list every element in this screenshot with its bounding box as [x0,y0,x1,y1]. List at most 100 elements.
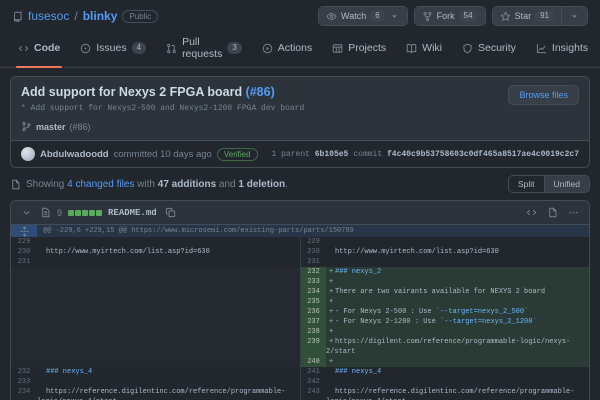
star-dropdown-button[interactable] [561,7,587,25]
view-code-button[interactable] [524,205,539,220]
tab-label: Actions [278,42,312,54]
unified-view-button[interactable]: Unified [544,176,589,192]
expand-hunk-button[interactable] [11,225,37,237]
verified-badge[interactable]: Verified [217,148,258,161]
repo-owner-link[interactable]: fusesoc [28,9,69,23]
commit-message-block: Add support for Nexys 2 FPGA board (#86)… [21,85,304,132]
star-count: 91 [535,10,554,22]
commit-pr-link[interactable]: (#86) [246,85,275,99]
diff-line-number[interactable]: 239 [300,337,326,357]
diff-line-number[interactable]: 233 [300,277,326,287]
copy-path-button[interactable] [163,205,178,220]
branch-pr-ref[interactable]: (#86) [70,122,91,132]
hunk-header-text: @@ -229,6 +229,15 @@ https://www.microse… [37,225,589,237]
file-diff-icon [40,207,51,218]
repo-name-link[interactable]: blinky [83,9,118,23]
code-segment: https://reference.digilentinc.com/refere… [326,388,574,400]
diff-line-number[interactable]: 238 [300,327,326,337]
diff-line-sign [37,247,46,257]
diff-line-content: +### nexys_2 [326,267,589,277]
diff-line-content [326,257,589,267]
main-content: Add support for Nexys 2 FPGA board (#86)… [0,68,600,400]
commit-title-text: Add support for Nexys 2 FPGA board [21,85,246,99]
changed-files-link[interactable]: 4 changed files [67,179,134,190]
star-button[interactable]: Star 91 [493,7,561,25]
diff-line-number[interactable]: 235 [300,297,326,307]
diff-line-number[interactable]: 233 [11,377,37,387]
code-icon [18,43,29,54]
summary-middle: with [137,179,155,190]
browse-files-button[interactable]: Browse files [508,85,579,105]
shield-icon [462,43,473,54]
collapse-file-button[interactable] [19,205,34,220]
diff-line-number[interactable]: 240 [300,357,326,367]
tab-security[interactable]: Security [454,30,524,67]
file-changes-count: 9 [57,208,62,218]
view-file-button[interactable] [545,205,560,220]
diff-line-number[interactable]: 236 [300,307,326,317]
caret-down-icon [569,11,580,22]
diff-line-number[interactable]: 230 [300,247,326,257]
tab-insights[interactable]: Insights [528,30,596,67]
diff-line-number[interactable]: 229 [11,237,37,247]
diff-line-number[interactable]: 237 [300,317,326,327]
diff-line-number [11,337,37,357]
tab-actions[interactable]: Actions [254,30,320,67]
tab-code[interactable]: Code [10,30,68,67]
diff-row: 235+ [11,297,589,307]
diff-view-toggle: Split Unified [508,175,590,193]
split-view-button[interactable]: Split [509,176,544,192]
chevron-down-icon [21,207,32,218]
file-icon [547,207,558,218]
diff-line-number[interactable]: 231 [300,257,326,267]
commit-meta-row: Abdulwadoodd committed 10 days ago Verif… [11,140,589,167]
diff-line-number[interactable]: 232 [11,367,37,377]
diff-line-sign: + [326,297,335,307]
pull-request-icon [166,43,177,54]
diff-line-number[interactable]: 234 [11,387,37,400]
diff-line-number[interactable]: 242 [300,377,326,387]
diff-line-sign: + [326,357,335,367]
file-name-link[interactable]: README.md [108,208,157,218]
repo-breadcrumb: fusesoc / blinky Public [12,9,158,23]
diff-line-content [37,357,300,367]
diff-line-number[interactable]: 232 [300,267,326,277]
diff-row: 229 229 [11,237,589,247]
diff-line-number [11,357,37,367]
diff-line-number[interactable]: 234 [300,287,326,297]
tab-issues[interactable]: Issues 4 [72,30,154,67]
fork-button[interactable]: Fork 54 [415,7,485,25]
diff-line-content [37,377,300,387]
diff-line-sign: + [326,327,335,337]
commit-author-link[interactable]: Abdulwadoodd [40,149,109,160]
tab-wiki[interactable]: Wiki [398,30,450,67]
diff-line-content [37,277,300,287]
diff-line-number [11,307,37,317]
tab-label: Pull requests [182,36,222,60]
code-icon [526,207,537,218]
tab-pull-requests[interactable]: Pull requests 3 [158,30,250,67]
diff-line-sign: + [326,277,335,287]
parent-hash-link[interactable]: 6b105e5 [315,150,349,159]
tab-label: Insights [552,42,588,54]
diff-row: 234 https://reference.digilentinc.com/re… [11,387,589,400]
tab-projects[interactable]: Projects [324,30,394,67]
fork-icon [422,11,433,22]
file-diff-icon [10,179,21,190]
summary-conj: and [219,179,236,190]
diff-line-number[interactable]: 230 [11,247,37,257]
diff-line-number[interactable]: 241 [300,367,326,377]
diff-line-number[interactable]: 231 [11,257,37,267]
avatar[interactable] [21,147,35,161]
diff-line-content [37,307,300,317]
file-options-button[interactable] [566,205,581,220]
branch-name[interactable]: master [36,122,66,132]
diff-table: @@ -229,6 +229,15 @@ https://www.microse… [11,225,589,400]
diff-line-number[interactable]: 229 [300,237,326,247]
git-branch-icon [21,121,32,132]
diff-line-content: +- For Nexys 2-1200 : Use `--target=nexy… [326,317,589,327]
watch-button[interactable]: Watch 6 [319,7,407,25]
file-diff-card: 9 README.md @@ -229,6 +229,15 @@ https:/… [10,200,590,400]
diff-line-number[interactable]: 243 [300,387,326,400]
diff-row: 232 ### nexys_4241 ### nexys_4 [11,367,589,377]
